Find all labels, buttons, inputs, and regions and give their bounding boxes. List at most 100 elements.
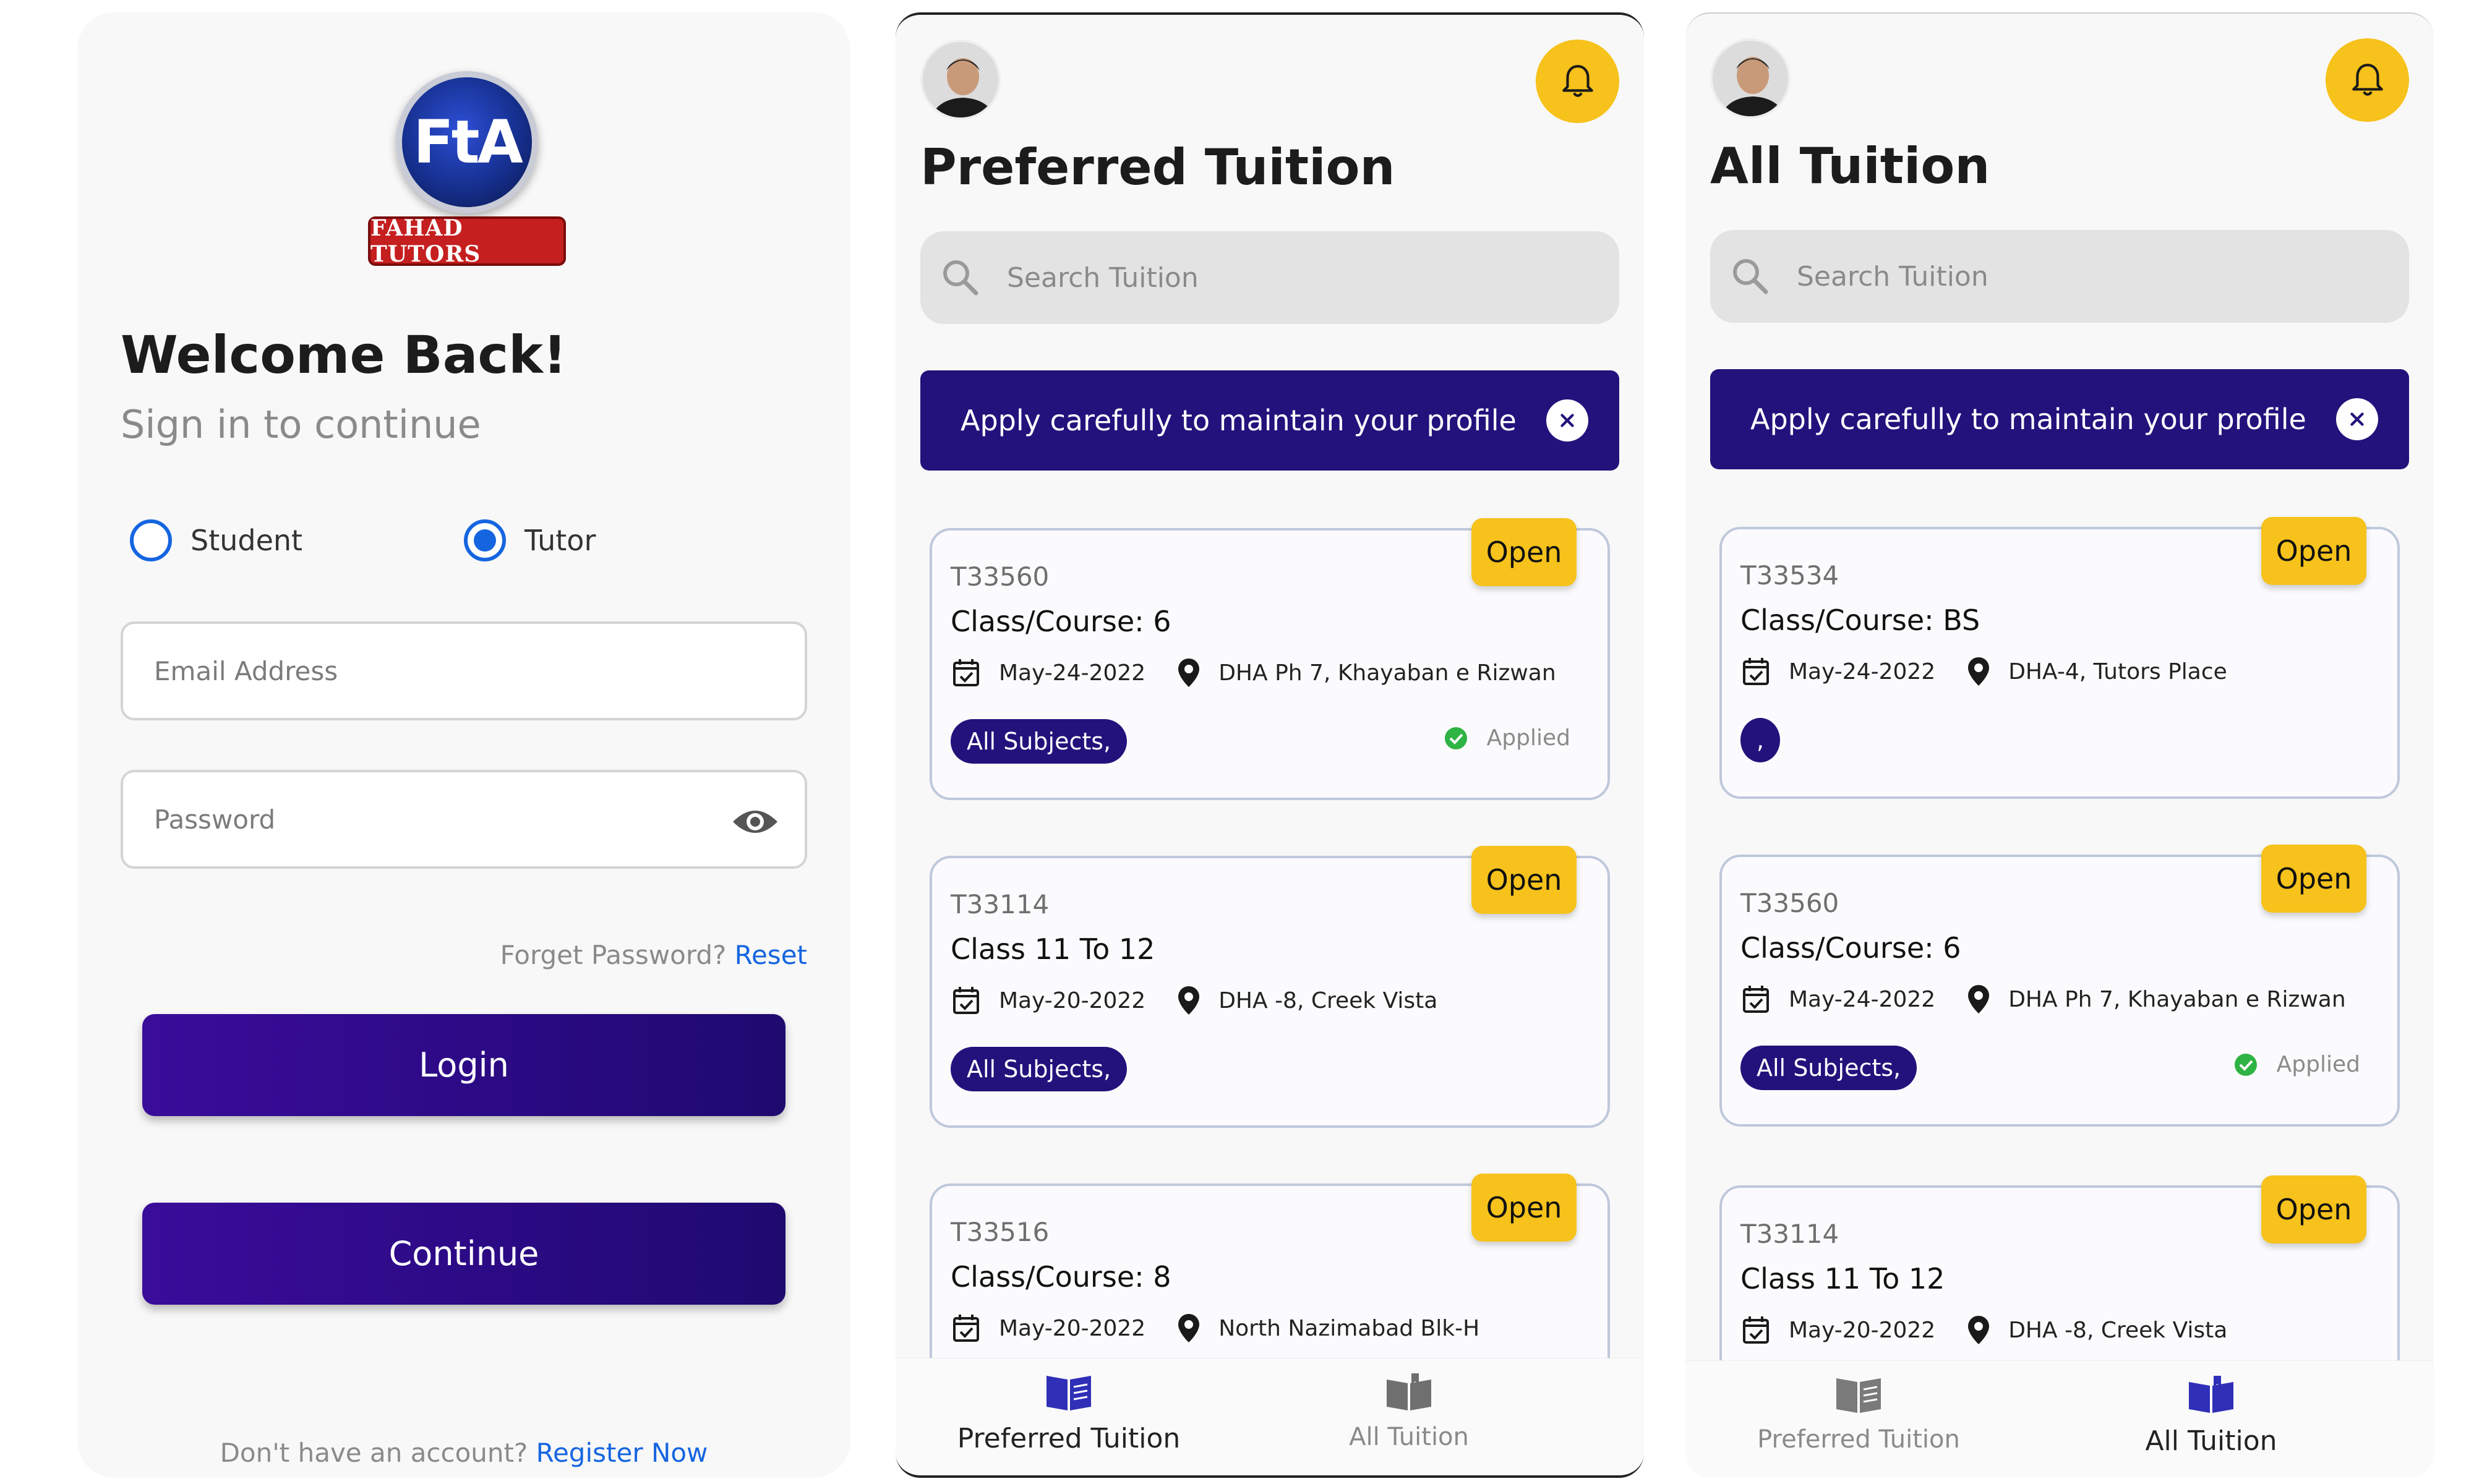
map-pin-icon bbox=[1178, 986, 1200, 1015]
forgot-password-text: Forget Password? bbox=[500, 940, 727, 970]
status-badge: Open bbox=[2261, 845, 2366, 913]
search-bar[interactable] bbox=[920, 231, 1619, 324]
tuition-class: Class/Course: BS bbox=[1740, 603, 1980, 637]
tuition-date: May-24-2022 bbox=[1789, 986, 1936, 1012]
continue-button[interactable]: Continue bbox=[142, 1203, 785, 1305]
map-pin-icon bbox=[1968, 985, 1990, 1013]
reset-link[interactable]: Reset bbox=[735, 940, 807, 970]
search-input[interactable] bbox=[1797, 260, 2353, 292]
page-title: Preferred Tuition bbox=[920, 139, 1395, 196]
info-banner: Apply carefully to maintain your profile bbox=[920, 370, 1619, 471]
tuition-date: May-20-2022 bbox=[999, 987, 1146, 1013]
tuition-date: May-20-2022 bbox=[1789, 1317, 1936, 1343]
tuition-date: May-24-2022 bbox=[1789, 659, 1936, 684]
tuition-id: T33516 bbox=[951, 1217, 1050, 1247]
calendar-check-icon bbox=[1743, 658, 1769, 685]
tuition-id: T33114 bbox=[951, 889, 1050, 919]
tuition-card[interactable]: T33560 Class/Course: 6 May-24-2022 DHA P… bbox=[1719, 845, 2400, 1127]
tuition-location: North Nazimabad Blk-H bbox=[1218, 1315, 1480, 1341]
subjects-chip: All Subjects, bbox=[951, 1047, 1128, 1091]
subjects-chip: All Subjects, bbox=[1740, 1046, 1917, 1090]
radio-checked-icon[interactable] bbox=[464, 519, 506, 561]
tuition-class: Class 11 To 12 bbox=[1740, 1262, 1945, 1295]
open-book-icon bbox=[1047, 1376, 1091, 1410]
tuition-meta: May-20-2022 North Nazimabad Blk-H bbox=[951, 1313, 1479, 1344]
bell-button[interactable] bbox=[2326, 38, 2409, 122]
forgot-password: Forget Password? Reset bbox=[500, 940, 807, 970]
map-pin-icon bbox=[1968, 657, 1990, 686]
tuition-date: May-20-2022 bbox=[999, 1315, 1146, 1341]
role-radio-tutor[interactable]: Tutor bbox=[464, 519, 596, 561]
logo-emblem: FtA bbox=[396, 71, 538, 213]
applied-status: Applied bbox=[2233, 1052, 2360, 1077]
tuition-date: May-24-2022 bbox=[999, 660, 1146, 686]
status-badge: Open bbox=[2261, 517, 2366, 585]
close-banner-button[interactable] bbox=[1546, 399, 1588, 441]
map-pin-icon bbox=[1968, 1316, 1990, 1344]
tuition-location: DHA Ph 7, Khayaban e Rizwan bbox=[2008, 986, 2346, 1012]
close-banner-button[interactable] bbox=[2336, 398, 2378, 440]
bell-icon bbox=[1562, 64, 1593, 97]
nav-preferred-tuition[interactable]: Preferred Tuition bbox=[1704, 1373, 2013, 1454]
search-bar[interactable] bbox=[1710, 230, 2409, 323]
bell-button[interactable] bbox=[1536, 40, 1619, 123]
search-icon bbox=[1733, 259, 1768, 294]
nav-label-preferred: Preferred Tuition bbox=[957, 1423, 1181, 1454]
tuition-class: Class/Course: 6 bbox=[1740, 931, 1961, 965]
nav-label-preferred: Preferred Tuition bbox=[1757, 1425, 1960, 1454]
subjects-chip: All Subjects, bbox=[951, 719, 1128, 764]
tuition-card[interactable]: T33534 Class/Course: BS May-24-2022 DHA-… bbox=[1719, 517, 2400, 799]
login-button[interactable]: Login bbox=[142, 1014, 785, 1116]
search-icon bbox=[943, 260, 978, 296]
tuition-meta: May-24-2022 DHA Ph 7, Khayaban e Rizwan bbox=[1740, 984, 2346, 1015]
email-field[interactable] bbox=[121, 621, 807, 720]
welcome-title: Welcome Back! bbox=[121, 325, 567, 385]
tuition-card[interactable]: T33560 Class/Course: 6 May-24-2022 DHA P… bbox=[930, 518, 1610, 800]
tuition-location: DHA Ph 7, Khayaban e Rizwan bbox=[1218, 660, 1556, 686]
calendar-check-icon bbox=[1743, 986, 1769, 1013]
tuition-meta: May-20-2022 DHA -8, Creek Vista bbox=[1740, 1315, 2227, 1345]
tuition-meta: May-24-2022 DHA Ph 7, Khayaban e Rizwan bbox=[951, 657, 1556, 688]
open-book-icon bbox=[1387, 1373, 1431, 1410]
tuition-location: DHA -8, Creek Vista bbox=[1218, 987, 1438, 1013]
password-field[interactable] bbox=[121, 770, 807, 869]
nav-all-tuition[interactable]: All Tuition bbox=[1254, 1371, 1564, 1451]
avatar[interactable] bbox=[1710, 38, 1791, 119]
tuition-class: Class 11 To 12 bbox=[951, 932, 1155, 966]
bell-icon bbox=[2352, 63, 2383, 96]
banner-text: Apply carefully to maintain your profile bbox=[1750, 403, 2306, 436]
welcome-subtitle: Sign in to continue bbox=[121, 402, 481, 447]
login-screen: FtA FAHAD TUTORS Welcome Back! Sign in t… bbox=[77, 12, 850, 1478]
user-photo-icon bbox=[1713, 41, 1788, 116]
status-badge: Open bbox=[2261, 1175, 2366, 1243]
all-tuition-screen: All Tuition Apply carefully to maintain … bbox=[1685, 12, 2434, 1478]
tuition-card[interactable]: T33114 Class 11 To 12 May-20-2022 DHA -8… bbox=[930, 846, 1610, 1128]
register-prompt: Don't have an account? Register Now bbox=[77, 1438, 850, 1468]
user-photo-icon bbox=[923, 42, 998, 117]
tuition-id: T33560 bbox=[951, 561, 1050, 592]
status-badge: Open bbox=[1471, 846, 1577, 914]
register-link[interactable]: Register Now bbox=[536, 1438, 708, 1468]
check-circle-icon bbox=[2234, 1053, 2257, 1076]
applied-status: Applied bbox=[1444, 725, 1570, 751]
nav-all-tuition[interactable]: All Tuition bbox=[2057, 1373, 2366, 1457]
eye-icon[interactable] bbox=[730, 803, 780, 840]
check-circle-icon bbox=[1444, 727, 1467, 749]
calendar-check-icon bbox=[953, 1315, 979, 1342]
tuition-class: Class/Course: 8 bbox=[951, 1260, 1171, 1294]
nav-preferred-tuition[interactable]: Preferred Tuition bbox=[914, 1371, 1223, 1454]
bottom-nav: Preferred Tuition All Tuition bbox=[896, 1358, 1644, 1475]
logo-banner-text: FAHAD TUTORS bbox=[370, 215, 481, 267]
status-badge: Open bbox=[1471, 1174, 1577, 1242]
subjects-chip: , bbox=[1740, 718, 1780, 762]
search-input[interactable] bbox=[1007, 262, 1564, 294]
role-radio-student[interactable]: Student bbox=[130, 519, 302, 561]
radio-unchecked-icon[interactable] bbox=[130, 519, 172, 561]
avatar[interactable] bbox=[920, 40, 1001, 120]
open-book-icon bbox=[1836, 1378, 1881, 1413]
logo-mark: FtA bbox=[413, 108, 523, 177]
password-input[interactable] bbox=[154, 804, 711, 835]
tuition-meta: May-20-2022 DHA -8, Creek Vista bbox=[951, 985, 1437, 1016]
open-book-icon bbox=[2189, 1376, 2233, 1413]
email-input[interactable] bbox=[154, 655, 711, 686]
